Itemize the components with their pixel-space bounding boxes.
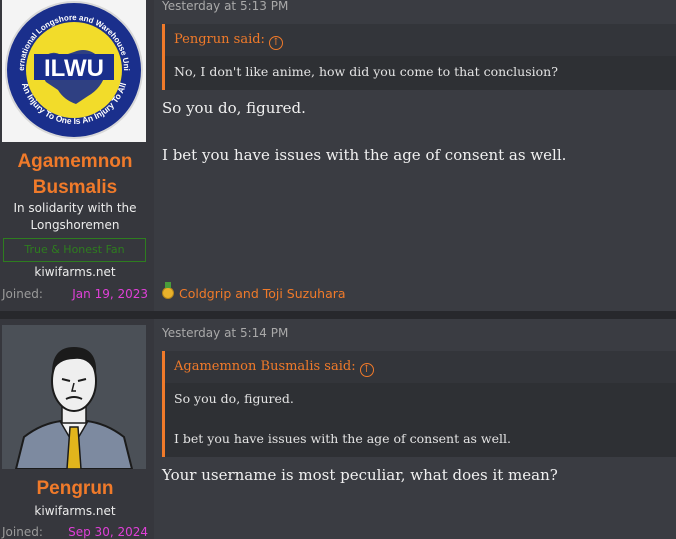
joined-date: Sep 30, 2024 — [68, 525, 148, 539]
user-title: In solidarity with the Longshoremen — [13, 201, 137, 232]
user-site: kiwifarms.net — [34, 265, 116, 279]
quote-attribution[interactable]: Agamemnon Busmalis said: ↑ — [165, 351, 676, 383]
post-body: So you do, figured. I bet you have issue… — [162, 97, 666, 166]
arrow-up-circle-icon[interactable]: ↑ — [359, 363, 374, 377]
quote-line: I bet you have issues with the age of co… — [174, 431, 511, 446]
arrow-up-circle-icon[interactable]: ↑ — [268, 36, 283, 50]
man-in-suit-avatar — [2, 325, 146, 469]
user-banner: True & Honest Fan — [3, 238, 146, 262]
quote-attribution[interactable]: Pengrun said: ↑ — [165, 24, 676, 56]
quote-line: So you do, figured. — [174, 391, 294, 406]
reactions-text[interactable]: Coldgrip and Toji Suzuhara — [179, 286, 346, 301]
reactions-bar[interactable]: Coldgrip and Toji Suzuhara — [162, 282, 346, 301]
username[interactable]: Agamemnon Busmalis — [0, 149, 150, 201]
post-timestamp[interactable]: Yesterday at 5:13 PM — [162, 0, 288, 13]
quote-body: No, I don't like anime, how did you come… — [165, 56, 676, 90]
post-body: Your username is most peculiar, what doe… — [162, 464, 666, 486]
message-content: Yesterday at 5:14 PM Agamemnon Busmalis … — [154, 319, 676, 539]
ilwu-logo: ILWU International Longshore and Warehou… — [2, 0, 144, 140]
avatar[interactable] — [2, 325, 146, 469]
username[interactable]: Pengrun — [0, 476, 150, 502]
quote-body: So you do, figured. I bet you have issue… — [165, 383, 676, 457]
quote-author-label[interactable]: Agamemnon Busmalis said: — [174, 359, 356, 374]
medal-icon — [162, 282, 174, 299]
user-info-panel: Pengrun kiwifarms.net Joined: Sep 30, 20… — [0, 319, 154, 539]
message-content: Yesterday at 5:13 PM Pengrun said: ↑ No, … — [154, 0, 676, 311]
body-line: So you do, figured. — [162, 99, 306, 117]
avatar[interactable]: ILWU International Longshore and Warehou… — [2, 0, 146, 142]
quote-block: Pengrun said: ↑ No, I don't like anime, h… — [162, 24, 676, 90]
quote-line: No, I don't like anime, how did you come… — [174, 64, 558, 79]
user-info-panel: ILWU International Longshore and Warehou… — [0, 0, 154, 311]
body-line: I bet you have issues with the age of co… — [162, 146, 567, 164]
post: Pengrun kiwifarms.net Joined: Sep 30, 20… — [0, 319, 676, 539]
post: ILWU International Longshore and Warehou… — [0, 0, 676, 311]
quote-block: Agamemnon Busmalis said: ↑ So you do, fig… — [162, 351, 676, 457]
user-site: kiwifarms.net — [34, 504, 116, 518]
joined-label: Joined: — [2, 525, 43, 539]
joined-date: Jan 19, 2023 — [72, 287, 148, 301]
svg-text:ILWU: ILWU — [44, 55, 104, 82]
post-timestamp[interactable]: Yesterday at 5:14 PM — [162, 326, 288, 340]
body-line: Your username is most peculiar, what doe… — [162, 466, 558, 484]
joined-label: Joined: — [2, 287, 43, 301]
quote-author-label[interactable]: Pengrun said: — [174, 32, 265, 47]
